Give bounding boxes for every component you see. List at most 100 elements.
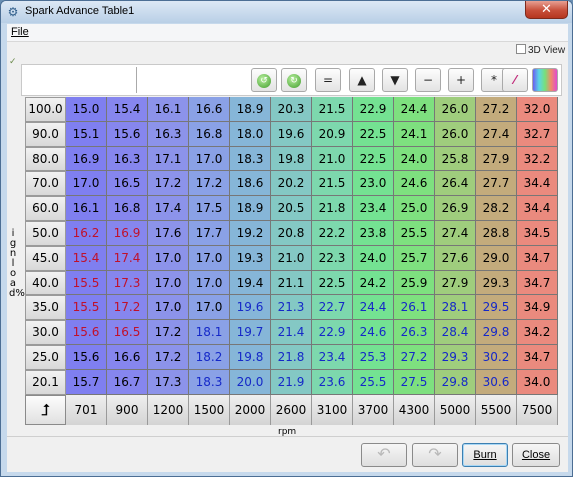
column-header[interactable]: 900 [107,394,148,425]
column-header[interactable]: 7500 [517,394,558,425]
table-cell[interactable]: 34.7 [517,270,558,296]
table-cell[interactable]: 21.5 [312,171,353,197]
table-cell[interactable]: 25.0 [394,196,435,221]
table-cell[interactable]: 24.1 [394,121,435,147]
rotate-right-button[interactable]: ↻ [281,68,307,92]
color-map-button[interactable]: ▮ [532,68,558,92]
table-cell[interactable]: 16.3 [107,146,148,172]
increment-button[interactable]: ▲ [349,68,375,92]
row-header[interactable]: 70.0 [25,171,66,197]
table-cell[interactable]: 22.5 [312,270,353,296]
table-cell[interactable]: 34.0 [517,369,558,395]
table-cell[interactable]: 23.8 [353,221,394,246]
table-cell[interactable]: 15.1 [66,121,107,147]
table-cell[interactable]: 26.0 [435,97,476,122]
decrement-button[interactable]: ▼ [382,68,408,92]
table-cell[interactable]: 20.5 [271,196,312,221]
table-cell[interactable]: 17.2 [107,295,148,321]
subtract-button[interactable]: − [415,68,441,92]
row-header[interactable]: 30.0 [25,320,66,345]
table-cell[interactable]: 17.2 [148,345,189,370]
table-cell[interactable]: 22.9 [312,320,353,345]
table-cell[interactable]: 16.5 [107,320,148,345]
row-header[interactable]: 90.0 [25,121,66,147]
table-cell[interactable]: 18.3 [230,146,271,172]
row-header[interactable]: 45.0 [25,245,66,271]
table-cell[interactable]: 24.6 [394,171,435,197]
table-cell[interactable]: 22.2 [312,221,353,246]
view-3d-toggle[interactable]: 3D View [516,44,565,56]
table-cell[interactable]: 15.6 [66,320,107,345]
table-cell[interactable]: 17.1 [148,146,189,172]
table-cell[interactable]: 15.5 [66,270,107,296]
table-cell[interactable]: 27.7 [476,171,517,197]
table-cell[interactable]: 29.8 [435,369,476,395]
table-cell[interactable]: 20.8 [271,221,312,246]
table-cell[interactable]: 34.5 [517,221,558,246]
table-cell[interactable]: 17.5 [189,196,230,221]
table-cell[interactable]: 16.1 [148,97,189,122]
add-button[interactable]: + [448,68,474,92]
column-header[interactable]: 1500 [189,394,230,425]
table-cell[interactable]: 19.4 [230,270,271,296]
view-3d-checkbox[interactable] [516,44,526,54]
table-cell[interactable]: 20.9 [312,121,353,147]
swap-axes-button[interactable]: ⮥ [25,395,66,425]
table-cell[interactable]: 15.7 [66,369,107,395]
table-cell[interactable]: 17.3 [148,369,189,395]
table-cell[interactable]: 16.2 [66,221,107,246]
table-cell[interactable]: 20.0 [230,369,271,395]
table-cell[interactable]: 32.7 [517,121,558,147]
table-cell[interactable]: 32.0 [517,97,558,122]
table-cell[interactable]: 24.6 [353,320,394,345]
table-cell[interactable]: 19.6 [230,295,271,321]
table-cell[interactable]: 17.4 [107,245,148,271]
table-cell[interactable]: 24.0 [394,146,435,172]
table-cell[interactable]: 27.6 [435,245,476,271]
column-header[interactable]: 5500 [476,394,517,425]
column-header[interactable]: 701 [66,394,107,425]
table-cell[interactable]: 23.6 [312,369,353,395]
row-header[interactable]: 40.0 [25,270,66,296]
table-cell[interactable]: 16.8 [189,121,230,147]
table-cell[interactable]: 20.3 [271,97,312,122]
table-cell[interactable]: 25.9 [394,270,435,296]
table-cell[interactable]: 34.4 [517,196,558,221]
row-header[interactable]: 80.0 [25,146,66,172]
table-cell[interactable]: 16.8 [107,196,148,221]
table-cell[interactable]: 16.9 [107,221,148,246]
table-cell[interactable]: 24.0 [353,245,394,271]
table-cell[interactable]: 18.2 [189,345,230,370]
table-cell[interactable]: 22.9 [353,97,394,122]
table-cell[interactable]: 28.2 [476,196,517,221]
table-cell[interactable]: 16.1 [66,196,107,221]
table-cell[interactable]: 34.7 [517,245,558,271]
table-cell[interactable]: 16.9 [66,146,107,172]
table-cell[interactable]: 21.9 [271,369,312,395]
table-cell[interactable]: 17.2 [189,171,230,197]
table-cell[interactable]: 15.0 [66,97,107,122]
table-cell[interactable]: 17.7 [189,221,230,246]
table-cell[interactable]: 27.9 [435,270,476,296]
table-cell[interactable]: 26.0 [435,121,476,147]
table-cell[interactable]: 18.3 [189,369,230,395]
table-cell[interactable]: 16.5 [107,171,148,197]
table-cell[interactable]: 17.2 [148,171,189,197]
column-header[interactable]: 3700 [353,394,394,425]
table-cell[interactable]: 21.8 [312,196,353,221]
table-cell[interactable]: 30.6 [476,369,517,395]
table-cell[interactable]: 16.7 [107,369,148,395]
table-cell[interactable]: 18.6 [230,171,271,197]
table-cell[interactable]: 22.5 [353,121,394,147]
table-cell[interactable]: 21.0 [271,245,312,271]
column-header[interactable]: 3100 [312,394,353,425]
row-header[interactable]: 100.0 [25,97,66,122]
table-cell[interactable]: 30.2 [476,345,517,370]
table-cell[interactable]: 25.7 [394,245,435,271]
table-cell[interactable]: 17.0 [148,245,189,271]
burn-button[interactable]: Burn [462,443,508,467]
table-cell[interactable]: 25.3 [353,345,394,370]
row-header[interactable]: 20.1 [25,369,66,395]
table-cell[interactable]: 18.1 [189,320,230,345]
table-cell[interactable]: 23.4 [353,196,394,221]
